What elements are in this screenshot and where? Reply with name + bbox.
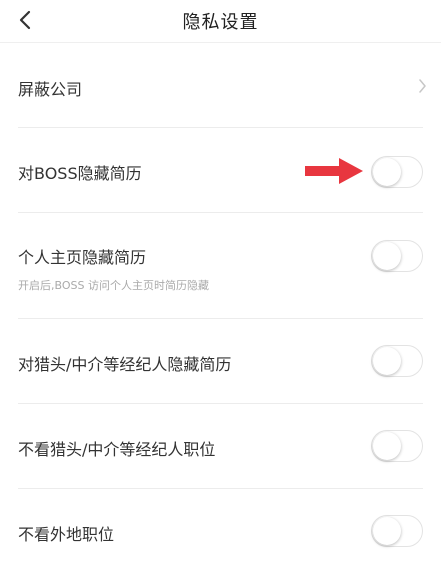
toggle-knob bbox=[373, 517, 401, 545]
settings-item-label: 不看猎头/中介等经纪人职位 bbox=[18, 440, 216, 459]
toggle-knob bbox=[373, 158, 401, 186]
chevron-right-icon bbox=[419, 79, 426, 93]
hide-nonlocal-jobs-toggle[interactable] bbox=[371, 515, 423, 547]
page-title: 隐私设置 bbox=[182, 12, 259, 33]
settings-item-label: 屏蔽公司 bbox=[18, 80, 83, 99]
red-arrow-right-icon bbox=[305, 158, 363, 184]
hide-resume-from-agents-toggle[interactable] bbox=[371, 345, 423, 377]
toggle-knob bbox=[373, 347, 401, 375]
toggle-knob bbox=[373, 432, 401, 460]
hide-agent-jobs-toggle[interactable] bbox=[371, 430, 423, 462]
settings-item-description: 开启后,BOSS 访问个人主页时简历隐藏 bbox=[18, 279, 209, 292]
hide-resume-on-profile-toggle[interactable] bbox=[371, 240, 423, 272]
settings-item-label: 对猎头/中介等经纪人隐藏简历 bbox=[18, 355, 232, 374]
settings-item-label: 个人主页隐藏简历 bbox=[18, 248, 147, 267]
hide-resume-from-boss-toggle[interactable] bbox=[371, 156, 423, 188]
settings-item-blocked-companies[interactable]: 屏蔽公司 bbox=[18, 43, 441, 127]
toggle-knob bbox=[373, 242, 401, 270]
settings-item-label: 对BOSS隐藏简历 bbox=[18, 164, 142, 183]
navigation-bar: 隐私设置 bbox=[0, 0, 441, 43]
settings-item-label: 不看外地职位 bbox=[18, 525, 115, 544]
